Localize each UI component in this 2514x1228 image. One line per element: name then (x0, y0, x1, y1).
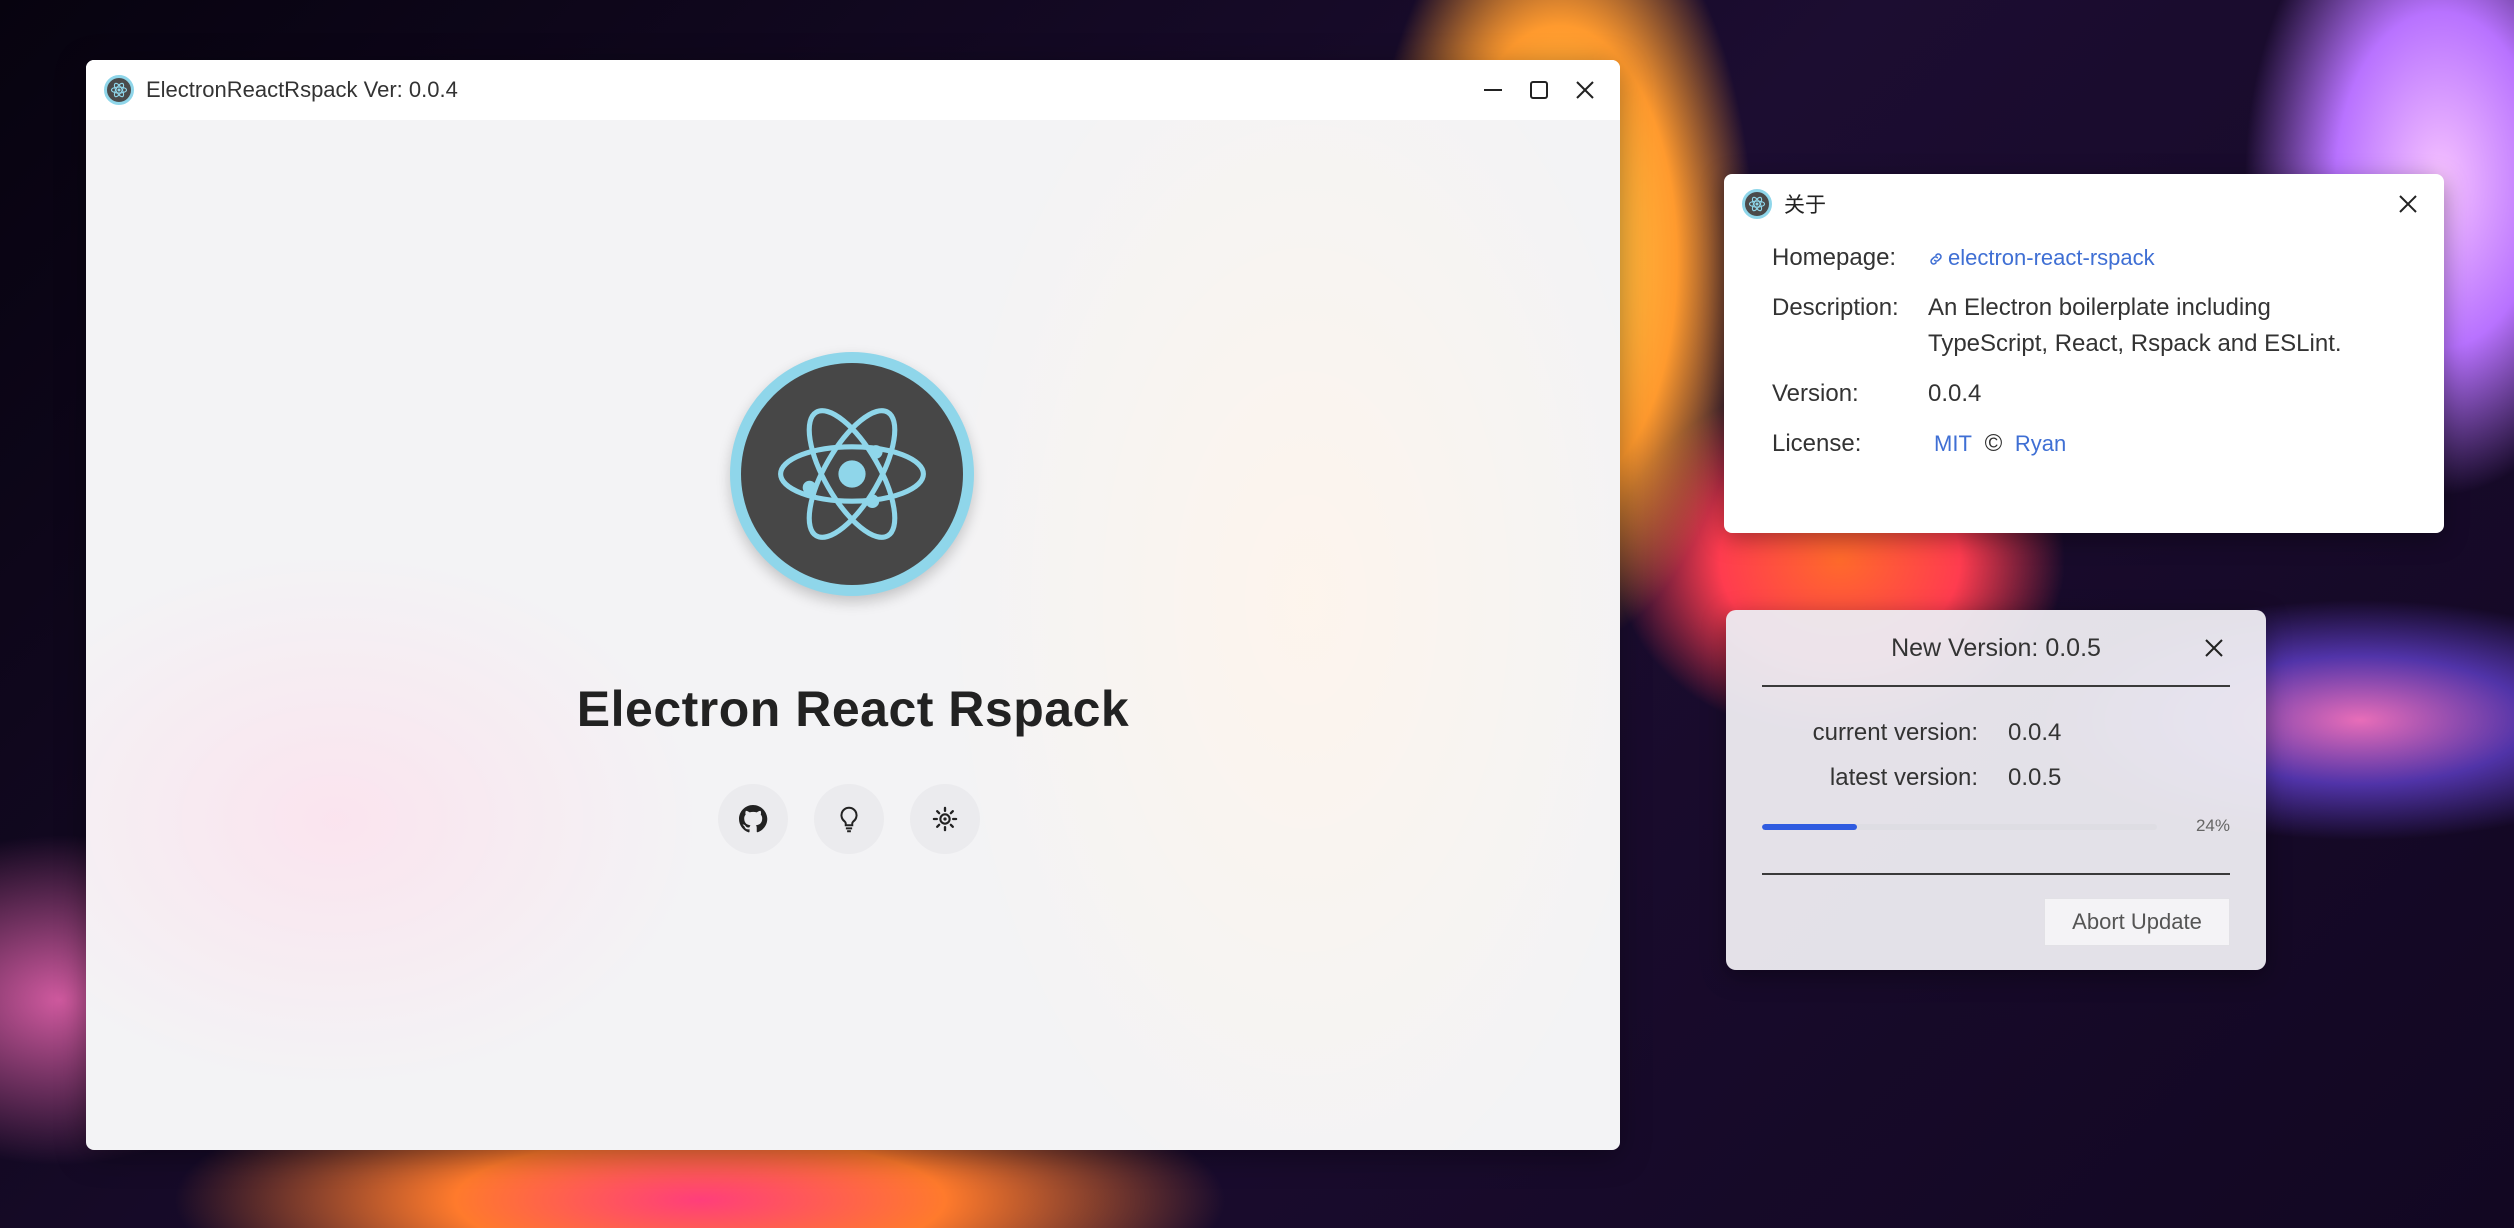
github-button[interactable] (718, 784, 788, 854)
main-titlebar[interactable]: ElectronReactRspack Ver: 0.0.4 (86, 60, 1620, 120)
update-header: New Version: 0.0.5 (1726, 610, 2266, 686)
close-button[interactable] (1564, 70, 1606, 110)
description-line-2: TypeScript, React, Rspack and ESLint. (1928, 330, 2342, 357)
close-icon (2205, 639, 2223, 657)
update-dialog: New Version: 0.0.5 current version: 0.0.… (1726, 610, 2266, 970)
about-dialog: 关于 Homepage: electron-react-rspack Descr… (1724, 174, 2444, 533)
description-line-1: An Electron boilerplate including (1928, 294, 2271, 321)
close-icon (2399, 195, 2417, 213)
maximize-button[interactable] (1518, 70, 1560, 110)
about-title: 关于 (1784, 194, 1826, 217)
description-value: An Electron boilerplate including TypeSc… (1928, 290, 2342, 362)
update-close-button[interactable] (2196, 630, 2232, 666)
license-label: License: (1772, 430, 1862, 457)
lightbulb-icon (840, 806, 858, 833)
latest-version-value: 0.0.5 (2008, 763, 2062, 791)
about-titlebar[interactable]: 关于 (1724, 174, 2444, 234)
main-window: ElectronReactRspack Ver: 0.0.4 Electron … (86, 60, 1620, 1150)
app-icon (104, 75, 134, 105)
current-version-label: current version: (1812, 718, 1978, 746)
license-link[interactable]: MIT (1934, 431, 1972, 456)
latest-version-label: latest version: (1829, 763, 1978, 791)
github-icon (739, 805, 768, 833)
about-close-button[interactable] (2390, 186, 2426, 222)
version-value: 0.0.4 (1928, 380, 1982, 407)
homepage-link-text: electron-react-rspack (1948, 245, 2155, 270)
version-label: Version: (1772, 380, 1859, 407)
app-logo (730, 352, 974, 596)
close-icon (1576, 81, 1594, 99)
lightbulb-button[interactable] (814, 784, 884, 854)
current-version-value: 0.0.4 (2008, 718, 2062, 746)
progress-fill (1762, 824, 1857, 830)
progress-percent: 24% (2195, 816, 2230, 835)
window-title: ElectronReactRspack Ver: 0.0.4 (146, 77, 458, 102)
download-progress-bar (1762, 824, 2157, 830)
minimize-icon (1484, 89, 1502, 91)
link-icon (1930, 253, 1942, 265)
settings-button[interactable] (910, 784, 980, 854)
copyright-symbol: © (1984, 430, 2003, 457)
description-label: Description: (1772, 294, 1899, 321)
minimize-button[interactable] (1472, 70, 1514, 110)
abort-update-button[interactable]: Abort Update (2044, 898, 2230, 946)
homepage-link[interactable]: electron-react-rspack (1928, 245, 2155, 270)
app-icon (1742, 189, 1772, 219)
app-name-heading: Electron React Rspack (576, 681, 1130, 737)
update-title: New Version: 0.0.5 (1891, 633, 2101, 662)
atom-icon (778, 408, 926, 540)
divider (1762, 873, 2230, 875)
divider (1762, 685, 2230, 687)
settings-icon (932, 806, 958, 832)
author-link[interactable]: Ryan (2015, 431, 2066, 456)
maximize-icon (1530, 81, 1548, 99)
homepage-label: Homepage: (1772, 244, 1897, 271)
